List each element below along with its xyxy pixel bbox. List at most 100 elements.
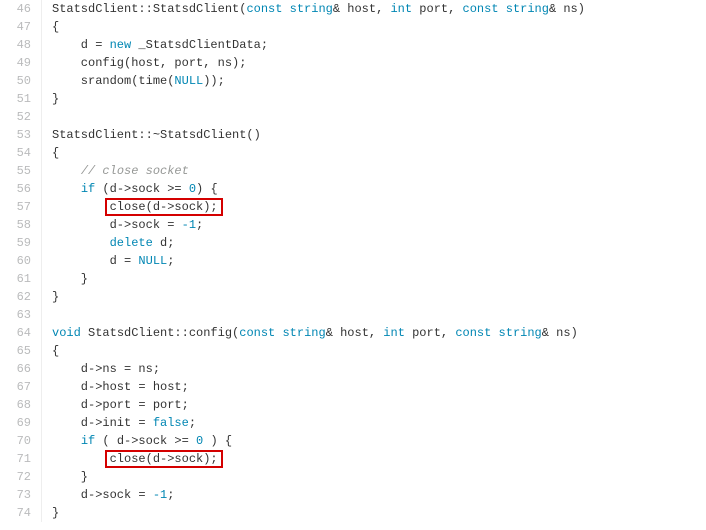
code-token: close(d->sock); bbox=[105, 450, 223, 468]
code-line: StatsdClient::StatsdClient(const string&… bbox=[52, 0, 706, 18]
code-token: int bbox=[383, 326, 405, 340]
code-token: )); bbox=[203, 74, 225, 88]
code-line: d->sock = -1; bbox=[52, 216, 706, 234]
code-token: delete bbox=[110, 236, 153, 250]
line-number: 72 bbox=[0, 468, 31, 486]
code-content: StatsdClient::StatsdClient(const string&… bbox=[42, 0, 706, 522]
code-token bbox=[52, 164, 81, 178]
code-line: // close socket bbox=[52, 162, 706, 180]
code-line bbox=[52, 108, 706, 126]
code-token: NULL bbox=[138, 254, 167, 268]
code-token: } bbox=[52, 470, 88, 484]
line-number: 49 bbox=[0, 54, 31, 72]
line-number: 59 bbox=[0, 234, 31, 252]
code-token: close(d->sock); bbox=[105, 198, 223, 216]
code-token: d; bbox=[153, 236, 175, 250]
code-token: d->port = port; bbox=[52, 398, 189, 412]
line-number: 55 bbox=[0, 162, 31, 180]
code-token: -1 bbox=[182, 218, 196, 232]
line-number: 63 bbox=[0, 306, 31, 324]
code-line: d->init = false; bbox=[52, 414, 706, 432]
code-token: config(host, port, ns); bbox=[52, 56, 246, 70]
code-token: ; bbox=[196, 218, 203, 232]
line-number: 53 bbox=[0, 126, 31, 144]
code-token: new bbox=[110, 38, 132, 52]
line-number: 61 bbox=[0, 270, 31, 288]
line-number: 58 bbox=[0, 216, 31, 234]
code-token: string bbox=[290, 2, 333, 16]
line-number: 67 bbox=[0, 378, 31, 396]
code-token: ; bbox=[189, 416, 196, 430]
code-token bbox=[499, 2, 506, 16]
code-line: srandom(time(NULL)); bbox=[52, 72, 706, 90]
code-line: } bbox=[52, 288, 706, 306]
line-number: 47 bbox=[0, 18, 31, 36]
code-line: if (d->sock >= 0) { bbox=[52, 180, 706, 198]
code-token: port, bbox=[405, 326, 455, 340]
code-token: { bbox=[52, 146, 59, 160]
line-number: 60 bbox=[0, 252, 31, 270]
code-token: string bbox=[506, 2, 549, 16]
code-block: 4647484950515253545556575859606162636465… bbox=[0, 0, 706, 522]
code-token: ; bbox=[167, 488, 174, 502]
code-token: } bbox=[52, 290, 59, 304]
code-line: { bbox=[52, 342, 706, 360]
code-token: } bbox=[52, 506, 59, 520]
code-line: d->ns = ns; bbox=[52, 360, 706, 378]
code-line: close(d->sock); bbox=[52, 450, 706, 468]
code-line: } bbox=[52, 468, 706, 486]
code-line: } bbox=[52, 90, 706, 108]
line-number: 62 bbox=[0, 288, 31, 306]
line-number: 48 bbox=[0, 36, 31, 54]
code-line: d->sock = -1; bbox=[52, 486, 706, 504]
code-token: const bbox=[239, 326, 275, 340]
code-token: ) { bbox=[203, 434, 232, 448]
code-token: 0 bbox=[189, 182, 196, 196]
code-token: } bbox=[52, 92, 59, 106]
code-token: const bbox=[455, 326, 491, 340]
line-number: 68 bbox=[0, 396, 31, 414]
line-number: 70 bbox=[0, 432, 31, 450]
line-number: 66 bbox=[0, 360, 31, 378]
code-token: { bbox=[52, 344, 59, 358]
code-line: { bbox=[52, 144, 706, 162]
code-line: config(host, port, ns); bbox=[52, 54, 706, 72]
code-token: { bbox=[52, 20, 59, 34]
code-token: & ns) bbox=[549, 2, 585, 16]
code-token: const bbox=[463, 2, 499, 16]
line-number-gutter: 4647484950515253545556575859606162636465… bbox=[0, 0, 42, 522]
code-token bbox=[282, 2, 289, 16]
line-number: 50 bbox=[0, 72, 31, 90]
code-token bbox=[52, 452, 110, 466]
line-number: 65 bbox=[0, 342, 31, 360]
code-token: d = bbox=[52, 254, 138, 268]
code-token: string bbox=[499, 326, 542, 340]
line-number: 74 bbox=[0, 504, 31, 522]
code-token: false bbox=[153, 416, 189, 430]
code-line: d->port = port; bbox=[52, 396, 706, 414]
code-token bbox=[491, 326, 498, 340]
code-token: if bbox=[81, 182, 95, 196]
code-token: NULL bbox=[174, 74, 203, 88]
code-token: string bbox=[282, 326, 325, 340]
code-token: d->ns = ns; bbox=[52, 362, 160, 376]
code-token: StatsdClient::StatsdClient( bbox=[52, 2, 246, 16]
code-token: d->sock = bbox=[52, 488, 153, 502]
code-token: & host, bbox=[333, 2, 391, 16]
code-line: { bbox=[52, 18, 706, 36]
code-token: ; bbox=[167, 254, 174, 268]
code-line: StatsdClient::~StatsdClient() bbox=[52, 126, 706, 144]
code-token: int bbox=[390, 2, 412, 16]
code-token: port, bbox=[412, 2, 462, 16]
code-line: d = new _StatsdClientData; bbox=[52, 36, 706, 54]
code-line: void StatsdClient::config(const string& … bbox=[52, 324, 706, 342]
code-line: if ( d->sock >= 0 ) { bbox=[52, 432, 706, 450]
code-token: (d->sock >= bbox=[95, 182, 189, 196]
code-token: ) { bbox=[196, 182, 218, 196]
code-token: d->init = bbox=[52, 416, 153, 430]
code-token: if bbox=[81, 434, 95, 448]
code-token bbox=[52, 182, 81, 196]
code-token: _StatsdClientData; bbox=[131, 38, 268, 52]
code-token: d->sock = bbox=[52, 218, 182, 232]
code-token: const bbox=[246, 2, 282, 16]
